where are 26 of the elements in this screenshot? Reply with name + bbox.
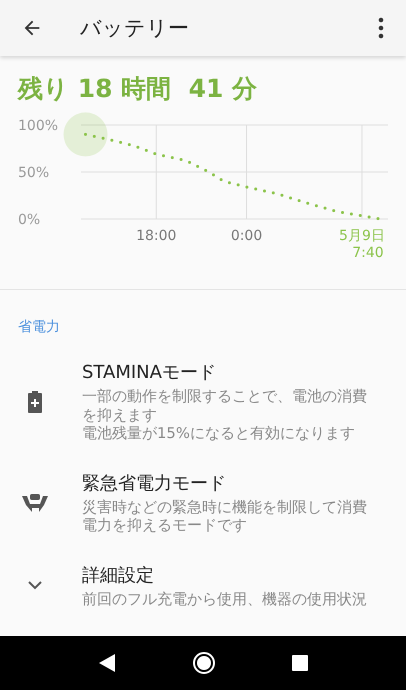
item-description: 電池残量が15%になると有効になります	[82, 425, 356, 444]
home-icon[interactable]	[192, 651, 216, 675]
current-level-highlight	[64, 112, 108, 156]
y-tick-label: 100%	[18, 118, 58, 134]
item-description: 一部の動作を制限することで、電池の消費を抑えます	[82, 388, 368, 425]
section-header: 省電力	[18, 318, 61, 337]
x-tick-label: 18:00	[136, 228, 176, 244]
chevron-down-icon	[28, 581, 42, 590]
x-tick-label: 5月9日 7:40	[339, 228, 385, 261]
hands-icon	[22, 493, 48, 513]
screen-title: バッテリー	[80, 15, 190, 42]
y-tick-label: 0%	[18, 212, 40, 228]
item-title: 緊急省電力モード	[82, 472, 227, 496]
item-title: STAMINAモード	[82, 361, 217, 385]
item-title: 詳細設定	[82, 564, 155, 588]
settings-item[interactable]: 緊急省電力モード 災害時などの緊急時に機能を制限して消費電力を抑えるモードです	[0, 458, 406, 550]
settings-item[interactable]: STAMINAモード 一部の動作を制限することで、電池の消費を抑えます 電池残量が15%になると有効になります	[0, 347, 406, 458]
back-icon[interactable]	[98, 653, 116, 673]
battery-plus-icon	[28, 390, 42, 413]
settings-item[interactable]: 詳細設定 前回のフル充電から使用、機器の使用状況	[0, 550, 406, 623]
item-description: 前回のフル充電から使用、機器の使用状況	[82, 590, 368, 609]
item-description: 災害時などの緊急時に機能を制限して消費電力を抑えるモードです	[82, 498, 368, 536]
remaining-time: 残り 18 時間 41 分	[18, 73, 258, 105]
y-tick-label: 50%	[18, 165, 50, 181]
more-icon[interactable]	[378, 17, 384, 39]
x-tick-label: 0:00	[230, 228, 262, 244]
